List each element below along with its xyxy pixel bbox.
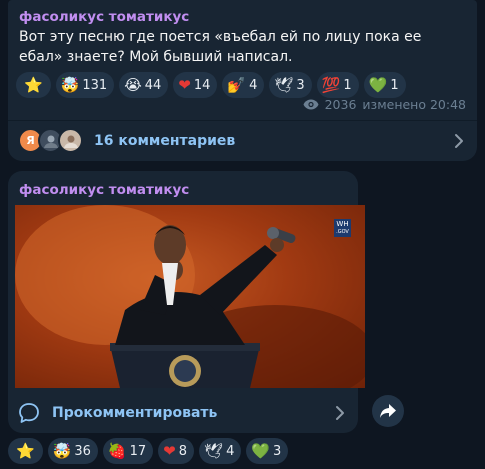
dove-icon: 🕊 xyxy=(274,75,294,94)
sender-name[interactable]: фасоликус томатикус xyxy=(19,9,189,25)
reaction-strawberry[interactable]: 🍓 17 xyxy=(102,438,154,464)
strawberry-icon: 🍓 xyxy=(107,441,127,460)
reaction-heart[interactable]: ❤ 8 xyxy=(158,438,195,464)
commenter-avatars: Я xyxy=(18,127,86,155)
wh-gov-badge: WH .GOV xyxy=(334,219,351,237)
reactions-bar: ⭐ 🤯 131 😭 44 ❤ 14 💅 4 🕊 3 💯 1 💚 1 xyxy=(16,72,406,98)
reaction-count: 36 xyxy=(74,443,91,459)
avatar xyxy=(58,128,83,153)
comment-button-label[interactable]: Прокомментировать xyxy=(52,405,217,421)
dove-icon: 🕊 xyxy=(204,441,224,460)
reaction-mind-blown[interactable]: 🤯 131 xyxy=(55,72,115,98)
reaction-star[interactable]: ⭐ xyxy=(16,72,51,98)
reaction-count: 3 xyxy=(273,443,282,459)
reaction-count: 44 xyxy=(144,77,162,93)
reaction-mind-blown[interactable]: 🤯 36 xyxy=(47,438,98,464)
reaction-count: 14 xyxy=(193,77,211,93)
gif-scene xyxy=(15,205,365,388)
reaction-count: 131 xyxy=(82,77,108,93)
reaction-green-heart[interactable]: 💚 3 xyxy=(246,438,289,464)
reaction-count: 1 xyxy=(343,77,352,93)
chevron-right-icon xyxy=(336,406,344,420)
mind-blown-icon: 🤯 xyxy=(52,441,72,460)
sender-name[interactable]: фасоликус томатикус xyxy=(19,182,189,198)
reaction-hundred[interactable]: 💯 1 xyxy=(316,72,359,98)
heart-icon: ❤ xyxy=(163,441,176,460)
message-bubble-2[interactable]: фасоликус томатикус WH .GOV Прокомментир… xyxy=(8,171,365,433)
reaction-heart[interactable]: ❤ 14 xyxy=(173,72,218,98)
hundred-icon: 💯 xyxy=(321,75,341,94)
reaction-green-heart[interactable]: 💚 1 xyxy=(363,72,406,98)
reaction-count: 1 xyxy=(390,77,399,93)
share-button[interactable] xyxy=(372,395,404,427)
edited-time: изменено 20:48 xyxy=(362,97,466,112)
reaction-count: 4 xyxy=(226,443,235,459)
reaction-star[interactable]: ⭐ xyxy=(8,438,43,464)
nail-polish-icon: 💅 xyxy=(227,75,247,94)
comments-button[interactable]: Я 16 комментариев xyxy=(8,121,477,161)
green-heart-icon: 💚 xyxy=(251,441,271,460)
view-count: 2036 xyxy=(324,97,357,112)
mind-blown-icon: 🤯 xyxy=(60,75,80,94)
reactions-bar-2: ⭐ 🤯 36 🍓 17 ❤ 8 🕊 4 💚 3 xyxy=(8,438,289,464)
reaction-dove[interactable]: 🕊 3 xyxy=(269,72,312,98)
reaction-count: 3 xyxy=(296,77,305,93)
reaction-crying[interactable]: 😭 44 xyxy=(119,72,169,98)
message-bubble-1[interactable]: фасоликус томатикус Вот эту песню где по… xyxy=(8,0,477,161)
heart-icon: ❤ xyxy=(178,75,191,94)
share-arrow-icon xyxy=(380,404,396,418)
crying-face-icon: 😭 xyxy=(124,75,142,94)
eye-icon xyxy=(303,99,319,110)
reaction-dove[interactable]: 🕊 4 xyxy=(199,438,242,464)
chevron-right-icon xyxy=(455,134,463,148)
green-heart-icon: 💚 xyxy=(368,75,388,94)
comment-button[interactable]: Прокомментировать xyxy=(8,393,358,433)
gif-media[interactable]: WH .GOV xyxy=(15,205,365,388)
comment-bubble-icon xyxy=(19,403,39,423)
message-text: Вот эту песню где поется «въебал ей по л… xyxy=(19,29,422,65)
comments-label[interactable]: 16 комментариев xyxy=(94,133,235,149)
reaction-count: 8 xyxy=(178,443,188,459)
reaction-count: 4 xyxy=(249,77,258,93)
reaction-count: 17 xyxy=(129,443,147,459)
star-icon: ⭐ xyxy=(16,441,35,460)
message-meta: 2036 изменено 20:48 xyxy=(303,97,466,112)
star-icon: ⭐ xyxy=(24,75,43,94)
reaction-nail-polish[interactable]: 💅 4 xyxy=(222,72,265,98)
